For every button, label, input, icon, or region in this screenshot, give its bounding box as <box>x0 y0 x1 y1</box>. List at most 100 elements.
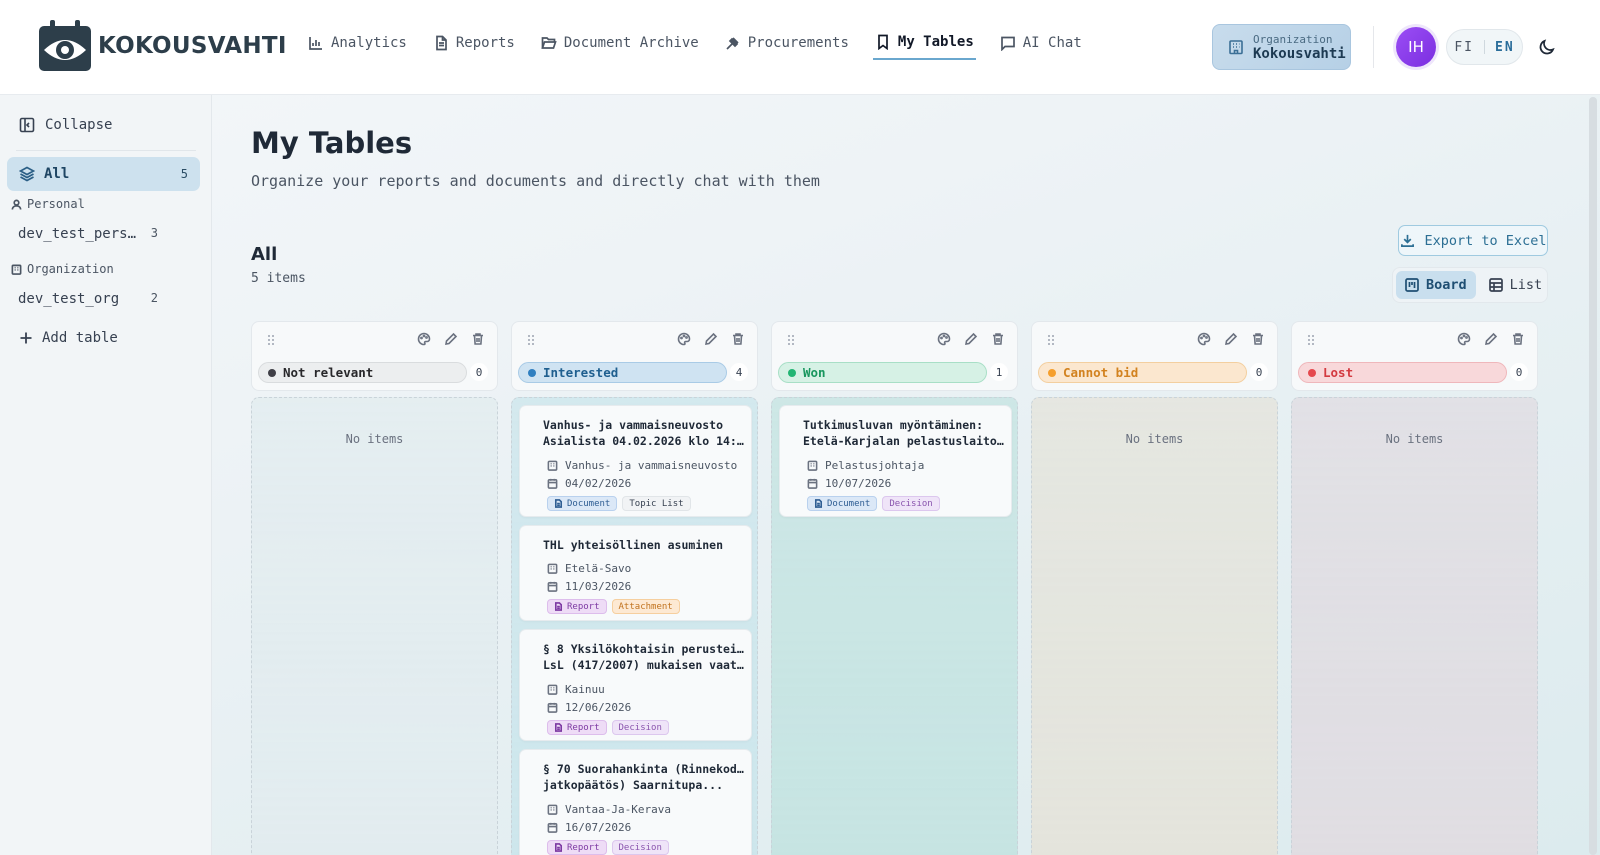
drag-handle-icon[interactable] <box>1046 333 1056 347</box>
pencil-icon[interactable] <box>1484 332 1498 346</box>
sidebar-item-count: 3 <box>150 226 158 240</box>
sidebar-item-dev-test-personal[interactable]: dev_test_personal 3 <box>18 226 158 242</box>
column-status-pill[interactable]: Not relevant <box>258 362 467 383</box>
sidebar-item-label: All <box>44 166 70 182</box>
card-title: Vanhus- ja vammaisneuvosto Asialista 04.0… <box>543 417 745 449</box>
view-list-button[interactable]: List <box>1480 271 1552 299</box>
empty-column-text: No items <box>1385 432 1444 446</box>
column-status-pill[interactable]: Interested <box>518 362 727 383</box>
drag-handle-icon[interactable] <box>526 333 536 347</box>
column-actions <box>1197 332 1265 346</box>
trash-icon[interactable] <box>1511 332 1525 346</box>
sidebar-group-label: Organization <box>27 262 114 276</box>
plus-icon <box>20 332 32 344</box>
column-count: 1 <box>990 363 1008 381</box>
palette-icon[interactable] <box>1197 332 1211 346</box>
tag-att: Attachment <box>611 599 680 614</box>
trash-icon[interactable] <box>1251 332 1265 346</box>
sidebar-collapse-button[interactable]: Collapse <box>19 117 112 133</box>
page-scrollbar[interactable] <box>1589 97 1597 855</box>
board-card[interactable]: § 70 Suorahankinta (Rinnekodit Oy jatkopä… <box>519 749 752 855</box>
moon-icon <box>1539 39 1555 55</box>
building-icon <box>11 264 22 275</box>
column-body-cannot-bid[interactable]: No items <box>1031 397 1278 855</box>
card-date-label: 16/07/2026 <box>565 821 632 834</box>
card-organization-label: Vanhus- ja vammaisneuvosto <box>565 459 738 472</box>
organization-switcher[interactable]: Organization Kokousvahti <box>1212 24 1351 70</box>
drag-handle-icon[interactable] <box>266 333 276 347</box>
building-icon <box>547 804 558 815</box>
drag-handle-icon[interactable] <box>786 333 796 347</box>
trash-icon[interactable] <box>471 332 485 346</box>
section-item-count: 5 items <box>251 271 306 286</box>
language-en[interactable]: EN <box>1495 40 1515 55</box>
column-body-lost[interactable]: No items <box>1291 397 1538 855</box>
column-body-interested[interactable]: Vanhus- ja vammaisneuvosto Asialista 04.0… <box>511 397 758 855</box>
layers-icon <box>19 166 35 182</box>
building-icon <box>547 563 558 574</box>
drag-handle-icon[interactable] <box>1306 333 1316 347</box>
trash-icon[interactable] <box>731 332 745 346</box>
panel-left-icon <box>19 117 35 133</box>
trash-icon[interactable] <box>991 332 1005 346</box>
section-title: All <box>251 244 278 265</box>
nav-reports[interactable]: Reports <box>431 31 517 59</box>
file-icon <box>554 499 563 508</box>
theme-toggle[interactable] <box>1538 38 1556 56</box>
pencil-icon[interactable] <box>964 332 978 346</box>
nav-procurements[interactable]: Procurements <box>723 31 851 59</box>
sidebar-item-dev-test-org[interactable]: dev_test_org 2 <box>18 291 158 307</box>
palette-icon[interactable] <box>937 332 951 346</box>
file-icon <box>554 723 563 732</box>
card-organization: Etelä-Savo <box>547 562 631 575</box>
column-body-not-relevant[interactable]: No items <box>251 397 498 855</box>
board-card[interactable]: THL yhteisöllinen asuminen Etelä-Savo 11/0… <box>519 525 752 621</box>
user-icon <box>11 199 22 210</box>
brand-name: KOKOUSVAHTI <box>98 33 287 59</box>
nav-document-archive[interactable]: Document Archive <box>539 31 701 59</box>
board-card[interactable]: Tutkimusluvan myöntäminen: Etelä-Karjalan… <box>779 405 1012 517</box>
card-organization-label: Pelastusjohtaja <box>825 459 925 472</box>
nav-label: Document Archive <box>563 35 699 51</box>
nav-ai-chat[interactable]: AI Chat <box>998 31 1084 59</box>
card-title: § 70 Suorahankinta (Rinnekodit Oy jatkopä… <box>543 761 745 793</box>
brand-logo[interactable]: KOKOUSVAHTI <box>38 20 287 72</box>
sidebar: Collapse All 5 Personal dev_test_persona… <box>0 95 212 855</box>
status-dot <box>1048 368 1056 377</box>
language-fi[interactable]: FI <box>1454 40 1474 55</box>
export-to-excel-button[interactable]: Export to Excel <box>1398 225 1548 256</box>
card-title: § 8 Yksilökohtaisin perustein tehty LsL (… <box>543 641 745 673</box>
palette-icon[interactable] <box>1457 332 1471 346</box>
tag-label: Topic List <box>629 498 684 509</box>
building-icon <box>547 460 558 471</box>
pencil-icon[interactable] <box>1224 332 1238 346</box>
board-card[interactable]: § 8 Yksilökohtaisin perustein tehty LsL (… <box>519 629 752 741</box>
nav-my-tables[interactable]: My Tables <box>872 30 976 60</box>
column-header-lost: Lost 0 <box>1291 321 1538 391</box>
column-body-won[interactable]: Tutkimusluvan myöntäminen: Etelä-Karjalan… <box>771 397 1018 855</box>
card-tags: Document Decision <box>807 496 940 511</box>
board-card[interactable]: Vanhus- ja vammaisneuvosto Asialista 04.0… <box>519 405 752 517</box>
column-count: 0 <box>1250 363 1268 381</box>
card-organization: Vanhus- ja vammaisneuvosto <box>547 459 737 472</box>
add-table-button[interactable]: Add table <box>19 330 118 346</box>
card-tags: Report Decision <box>547 720 669 735</box>
card-date-label: 04/02/2026 <box>565 477 632 490</box>
user-avatar[interactable]: IH <box>1396 27 1436 67</box>
pencil-icon[interactable] <box>444 332 458 346</box>
nav-analytics[interactable]: Analytics <box>306 31 409 59</box>
column-status-pill[interactable]: Lost <box>1298 362 1507 383</box>
column-status-pill[interactable]: Won <box>778 362 987 383</box>
column-status-pill[interactable]: Cannot bid <box>1038 362 1247 383</box>
tag-doc: Document <box>807 496 878 511</box>
palette-icon[interactable] <box>417 332 431 346</box>
tag-label: Decision <box>618 842 662 853</box>
card-title-line-1: § 70 Suorahankinta (Rinnekodit Oy <box>543 762 745 776</box>
sidebar-item-all[interactable]: All 5 <box>7 157 200 191</box>
pencil-icon[interactable] <box>704 332 718 346</box>
download-icon <box>1400 234 1414 247</box>
palette-icon[interactable] <box>677 332 691 346</box>
file-text-icon <box>436 35 447 51</box>
building-icon <box>1229 40 1243 55</box>
view-board-button[interactable]: Board <box>1396 271 1476 299</box>
